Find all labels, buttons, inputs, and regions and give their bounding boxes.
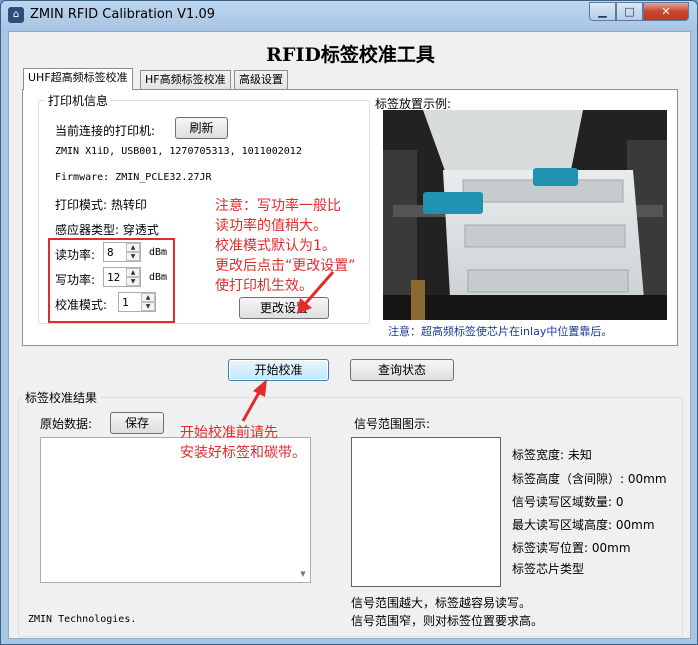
calibration-result-legend: 标签校准结果 <box>25 391 98 405</box>
start-annotation: 开始校准前请先 安装好标签和碳带。 <box>180 423 306 463</box>
minimize-button[interactable]: ▁ <box>589 2 616 21</box>
query-status-button[interactable]: 查询状态 <box>350 359 454 381</box>
start-annotation-line: 安装好标签和碳带。 <box>180 445 306 461</box>
refresh-button[interactable]: 刷新 <box>175 117 228 139</box>
annotation-arrow-icon <box>297 271 335 314</box>
save-button[interactable]: 保存 <box>110 412 164 434</box>
calib-mode-input[interactable] <box>120 294 140 310</box>
connected-printer-label: 当前连接的打印机: <box>55 124 156 138</box>
write-power-stepper[interactable]: ▲▼ <box>103 267 141 287</box>
chip-type-text: 标签芯片类型 <box>512 562 585 576</box>
calib-mode-up-icon[interactable]: ▲ <box>141 293 155 302</box>
client-area: RFID标签校准工具 UHF超高频标签校准 HF高频标签校准 高级设置 打印机信… <box>8 31 691 639</box>
hint-narrow-text: 信号范围窄，则对标签位置要求高。 <box>351 614 544 628</box>
settings-annotation-line: 校准模式默认为1。 <box>215 238 336 254</box>
calib-mode-stepper[interactable]: ▲▼ <box>118 292 156 312</box>
tab-advanced[interactable]: 高级设置 <box>234 70 288 89</box>
read-power-label: 读功率: <box>55 248 96 262</box>
printer-info-legend: 打印机信息 <box>48 94 109 108</box>
tab-panel-uhf: 打印机信息 当前连接的打印机: 刷新 ZMIN X1iD, USB001, 12… <box>22 89 678 346</box>
raw-data-label: 原始数据: <box>40 417 93 431</box>
app-window: ⌂ ZMIN RFID Calibration V1.09 ▁ □ ✕ RFID… <box>0 0 698 645</box>
print-mode-text: 打印模式: 热转印 <box>55 198 147 212</box>
read-power-unit: dBm <box>149 247 168 258</box>
read-power-down-icon[interactable]: ▼ <box>126 252 140 261</box>
calib-mode-label: 校准模式: <box>55 298 108 312</box>
read-power-stepper[interactable]: ▲▼ <box>103 242 141 262</box>
signal-range-label: 信号范围图示: <box>354 417 431 431</box>
scroll-down-icon[interactable]: ▼ <box>298 570 308 580</box>
write-power-unit: dBm <box>149 272 168 283</box>
read-power-input[interactable] <box>105 244 125 260</box>
max-rw-height-text: 最大读写区域高度: 00mm <box>512 518 655 532</box>
maximize-button[interactable]: □ <box>616 2 643 21</box>
printer-photo-illustration <box>383 110 667 320</box>
hint-wide-text: 信号范围越大，标签越容易读写。 <box>351 596 532 610</box>
label-placement-photo <box>383 110 667 320</box>
page-title: RFID标签校准工具 <box>266 44 435 66</box>
signal-range-chart <box>351 437 501 587</box>
firmware-text: Firmware: ZMIN_PCLE32.27JR <box>55 172 212 183</box>
tab-hf[interactable]: HF高频标签校准 <box>140 70 231 89</box>
app-icon: ⌂ <box>8 7 24 23</box>
read-power-up-icon[interactable]: ▲ <box>126 243 140 252</box>
printer-info-text: ZMIN X1iD, USB001, 1270705313, 101100201… <box>55 146 302 157</box>
calib-mode-down-icon[interactable]: ▼ <box>141 302 155 311</box>
rw-zone-count-text: 信号读写区域数量: 0 <box>512 495 624 509</box>
sample-caption: 注意：超高频标签使芯片在inlay中位置靠后。 <box>388 325 613 338</box>
window-title: ZMIN RFID Calibration V1.09 <box>30 7 216 22</box>
settings-annotation-line: 注意：写功率一般比 <box>215 198 341 214</box>
write-power-input[interactable] <box>105 269 125 285</box>
write-power-down-icon[interactable]: ▼ <box>126 277 140 286</box>
write-power-label: 写功率: <box>55 273 96 287</box>
close-button[interactable]: ✕ <box>643 2 689 21</box>
start-annotation-arrow-icon <box>241 379 267 422</box>
title-bar[interactable]: ⌂ ZMIN RFID Calibration V1.09 ▁ □ ✕ <box>1 1 697 31</box>
rw-position-text: 标签读写位置: 00mm <box>512 541 631 555</box>
company-footer: ZMIN Technologies. <box>28 614 137 625</box>
label-width-text: 标签宽度: 未知 <box>512 448 592 462</box>
label-height-text: 标签高度（含间隙）: 00mm <box>512 472 667 486</box>
tab-uhf[interactable]: UHF超高频标签校准 <box>23 68 133 90</box>
sensor-type-text: 感应器类型: 穿透式 <box>55 223 159 237</box>
write-power-up-icon[interactable]: ▲ <box>126 268 140 277</box>
settings-annotation-line: 读功率的值稍大。 <box>215 218 327 234</box>
